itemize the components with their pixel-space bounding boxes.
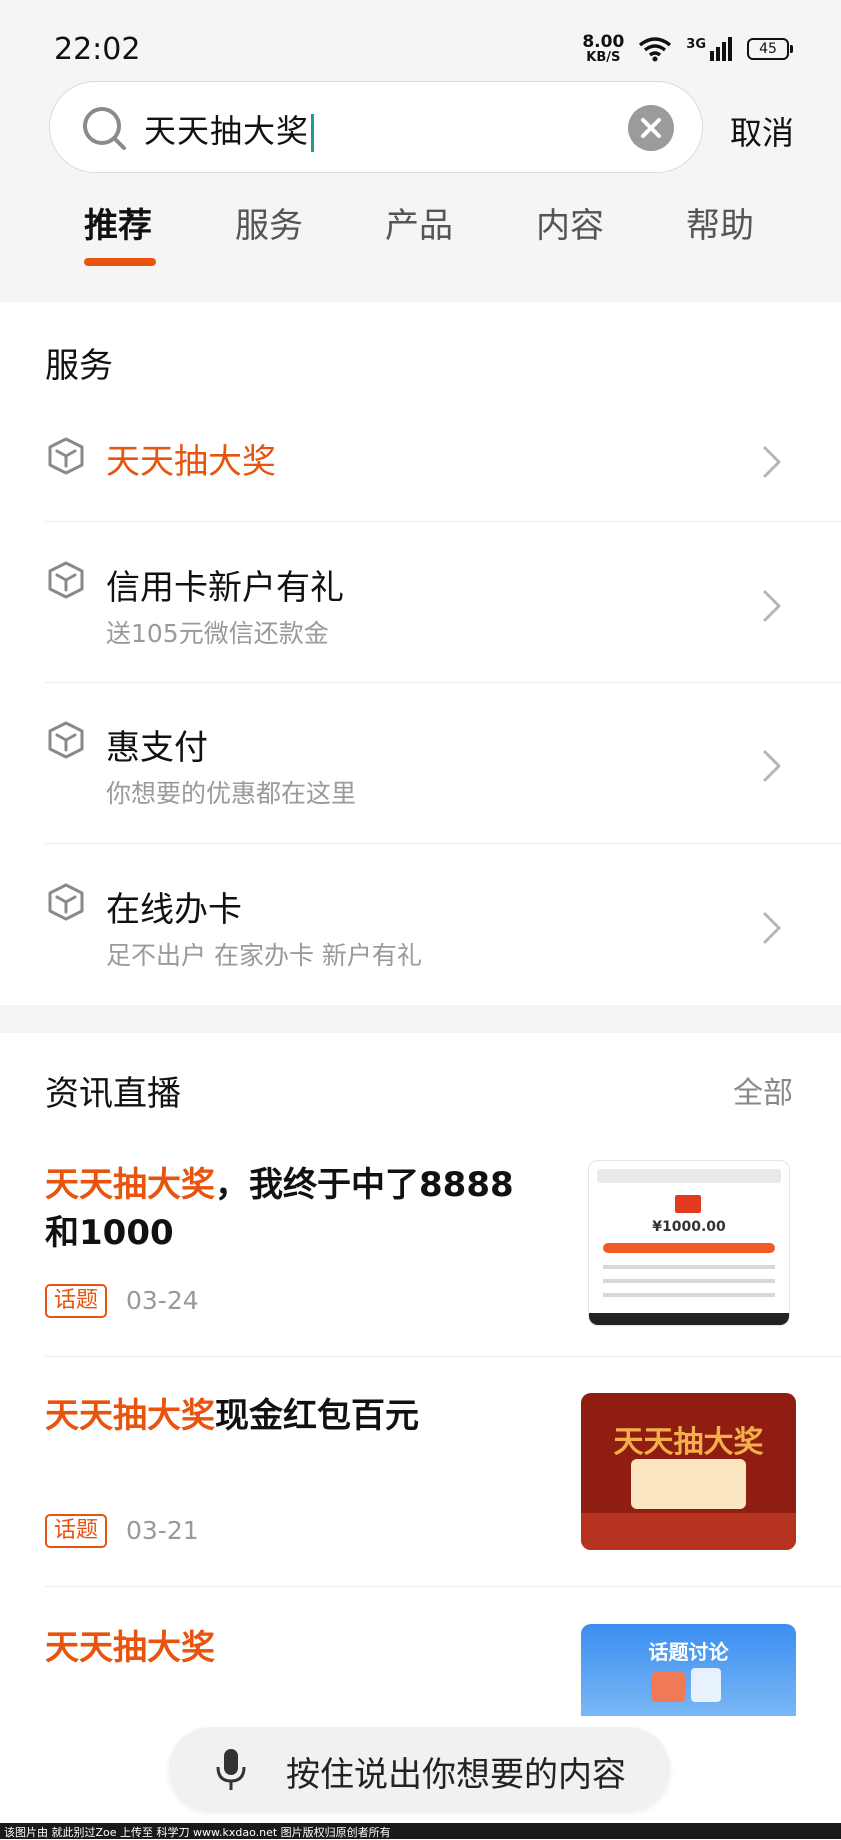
status-icons: 8.00 KB/S 3G 45	[582, 32, 793, 65]
microphone-icon	[216, 1749, 246, 1790]
news-thumbnail[interactable]: 话题讨论	[581, 1624, 796, 1716]
news-title-highlight: 天天抽大奖	[45, 1396, 215, 1436]
divider	[45, 1586, 841, 1587]
chevron-right-icon	[763, 590, 781, 622]
tab-services[interactable]: 服务	[235, 198, 303, 247]
services-section: 服务 天天抽大奖 信用卡新户有礼 送105元微信还款金 惠支付 你想要的优惠都在…	[0, 302, 841, 1005]
wifi-icon	[639, 37, 672, 62]
thumb-list-line	[603, 1293, 775, 1297]
service-item-online-card[interactable]: 在线办卡 足不出户 在家办卡 新户有礼	[45, 882, 841, 1002]
news-title-rest: 现金红包百元	[215, 1396, 419, 1436]
tab-recommend[interactable]: 推荐	[84, 198, 152, 247]
active-tab-indicator	[84, 258, 156, 266]
chevron-right-icon	[763, 750, 781, 782]
service-item-hui-pay[interactable]: 惠支付 你想要的优惠都在这里	[45, 720, 841, 840]
thumb-amount: ¥1000.00	[652, 1219, 726, 1235]
cube-icon	[48, 721, 84, 759]
cell-signal: 3G	[686, 37, 733, 61]
search-input[interactable]: 天天抽大奖	[144, 106, 315, 152]
news-title-highlight: 天天抽大奖	[45, 1165, 215, 1205]
news-title: 资讯直播	[45, 1074, 181, 1114]
tab-content[interactable]: 内容	[536, 198, 604, 247]
topic-tag: 话题	[45, 1514, 108, 1548]
thumb-banner-text: 天天抽大奖	[613, 1425, 764, 1460]
thumb-topic-label: 话题讨论	[648, 1640, 729, 1664]
news-thumbnail[interactable]: 天天抽大奖	[581, 1393, 796, 1550]
service-subtitle: 送105元微信还款金	[106, 619, 329, 648]
service-title: 信用卡新户有礼	[106, 568, 344, 608]
voice-search-label: 按住说出你想要的内容	[286, 1755, 626, 1795]
thumb-card-shape	[651, 1672, 685, 1702]
cancel-button[interactable]: 取消	[730, 108, 794, 154]
signal-type-label: 3G	[686, 37, 706, 52]
cube-icon	[48, 561, 84, 599]
divider	[45, 682, 841, 683]
news-thumbnail[interactable]: ¥1000.00	[588, 1160, 790, 1326]
thumb-coupon-card	[631, 1459, 746, 1509]
cube-icon	[48, 437, 84, 475]
thumb-glow	[581, 1513, 796, 1550]
service-title: 在线办卡	[106, 890, 242, 930]
search-icon	[83, 107, 126, 150]
divider	[45, 521, 841, 522]
service-item-credit-card-gift[interactable]: 信用卡新户有礼 送105元微信还款金	[45, 560, 841, 680]
tab-help[interactable]: 帮助	[686, 198, 754, 247]
net-speed: 8.00 KB/S	[582, 32, 625, 65]
news-item-title[interactable]: 天天抽大奖	[45, 1624, 545, 1672]
thumb-header-bar	[597, 1169, 781, 1183]
tab-bar: 推荐 服务 产品 内容 帮助	[0, 198, 841, 278]
news-date: 03-24	[126, 1286, 199, 1315]
chevron-right-icon	[763, 912, 781, 944]
services-title: 服务	[45, 346, 113, 386]
clear-icon[interactable]	[628, 105, 674, 151]
cube-icon	[48, 883, 84, 921]
status-time: 22:02	[54, 32, 141, 67]
service-title: 天天抽大奖	[106, 442, 276, 482]
thumb-list-line	[603, 1265, 775, 1269]
news-all-link[interactable]: 全部	[733, 1068, 793, 1112]
net-speed-unit: KB/S	[586, 50, 621, 65]
news-item-title[interactable]: 天天抽大奖，我终于中了8888和1000	[45, 1161, 545, 1257]
tab-products[interactable]: 产品	[385, 198, 453, 247]
thumb-red-envelope	[675, 1195, 701, 1213]
thumb-list-line	[603, 1279, 775, 1283]
divider	[45, 843, 841, 844]
battery-indicator: 45	[747, 38, 793, 60]
thumb-bottom-bar	[589, 1313, 789, 1325]
search-query: 天天抽大奖	[144, 112, 310, 150]
status-bar: 22:02 8.00 KB/S 3G 45	[0, 0, 841, 80]
watermark-text: 该图片由 就此别过Zoe 上传至 科学刀 www.kxdao.net 图片版权归…	[4, 1826, 391, 1839]
net-speed-value: 8.00	[582, 32, 625, 52]
service-title: 惠支付	[106, 728, 208, 768]
voice-search-button[interactable]: 按住说出你想要的内容	[169, 1727, 670, 1811]
news-date: 03-21	[126, 1516, 199, 1545]
service-subtitle: 你想要的优惠都在这里	[106, 779, 357, 808]
news-item-title[interactable]: 天天抽大奖现金红包百元	[45, 1392, 545, 1440]
service-item-lottery[interactable]: 天天抽大奖	[45, 422, 841, 522]
text-caret	[311, 114, 315, 152]
topic-tag: 话题	[45, 1284, 108, 1318]
thumb-card-shape	[691, 1668, 721, 1702]
thumb-action-bar	[603, 1243, 775, 1253]
search-box[interactable]: 天天抽大奖	[49, 81, 703, 173]
divider	[45, 1356, 841, 1357]
news-title-highlight: 天天抽大奖	[45, 1628, 215, 1668]
service-subtitle: 足不出户 在家办卡 新户有礼	[106, 941, 422, 970]
section-gap	[0, 1005, 841, 1033]
signal-bars-icon	[710, 37, 732, 61]
chevron-right-icon	[763, 446, 781, 478]
